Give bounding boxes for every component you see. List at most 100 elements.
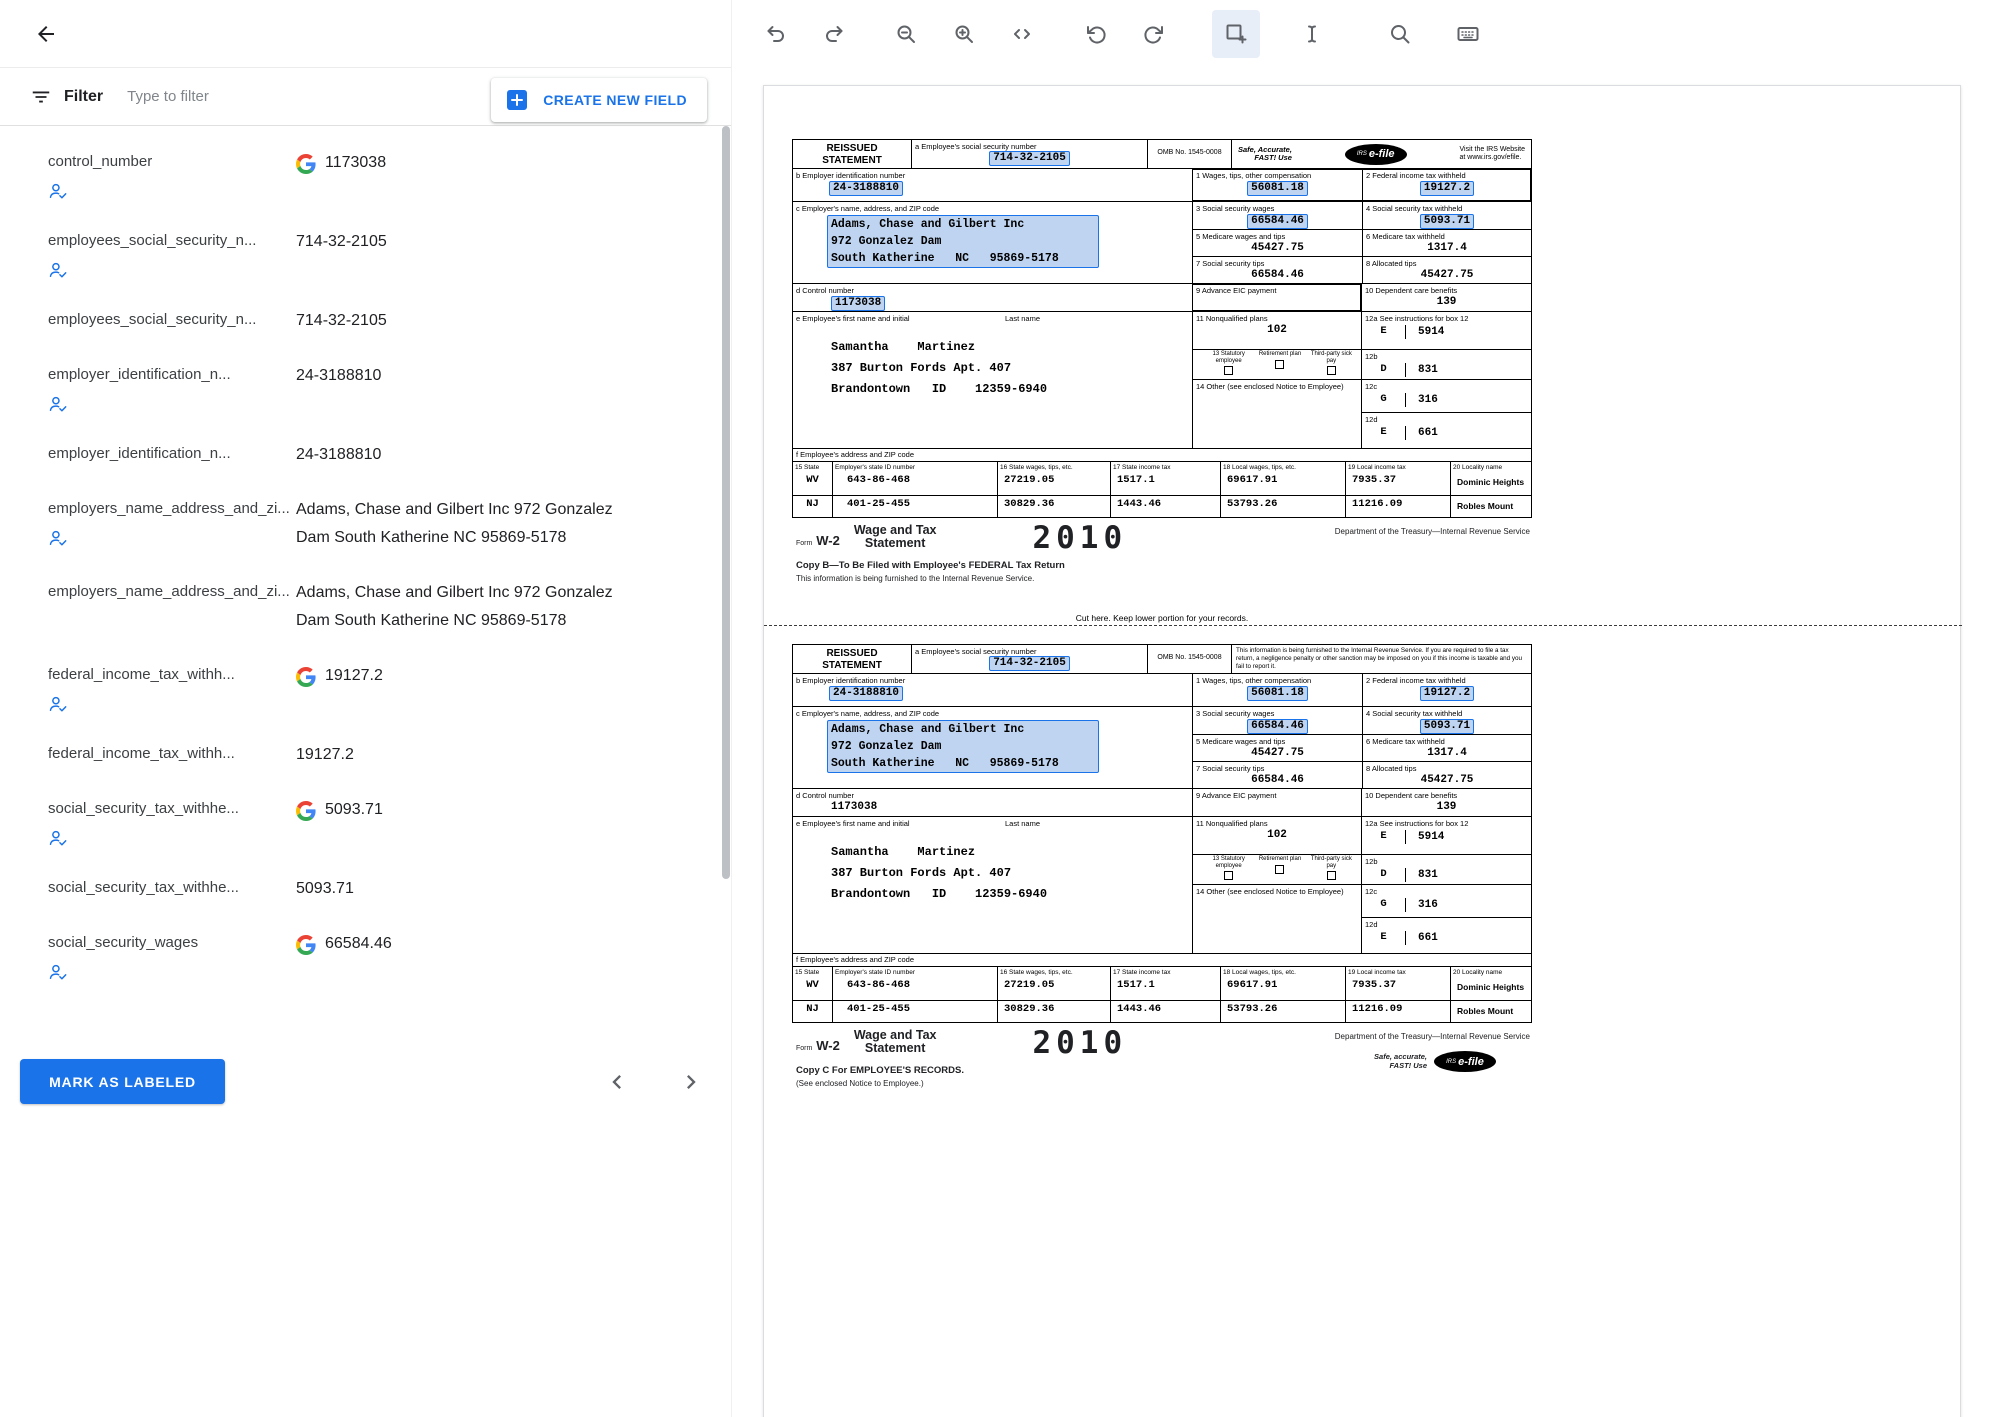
box-17-state-tax: 17 State income tax 1517.1 — [1110, 967, 1220, 1000]
back-button[interactable] — [30, 18, 62, 50]
footer-efile-lockup: Safe, accurate,FAST! Use IRSe-file — [1374, 1051, 1496, 1072]
field-list-item[interactable]: employer_identification_n... 24-3188810 — [0, 350, 719, 429]
field-list-item[interactable]: employer_identification_n... 24-3188810 — [0, 429, 719, 484]
zoom-in-button[interactable] — [940, 10, 988, 58]
field-list-item[interactable]: federal_income_tax_withh... 19127.2 — [0, 650, 719, 729]
rotate-cw-button[interactable] — [1130, 10, 1178, 58]
employer-annotation[interactable]: Adams, Chase and Gilbert Inc 972 Gonzale… — [827, 720, 1099, 773]
verified-icon — [48, 394, 296, 414]
field-list-item[interactable]: federal_income_tax_withh... 19127.2 — [0, 729, 719, 784]
rotate-cw-icon — [1142, 22, 1166, 46]
cut-here-divider: Cut here. Keep lower portion for your re… — [764, 613, 1962, 626]
search-icon — [1388, 22, 1412, 46]
wages-annotation[interactable]: 56081.18 — [1247, 181, 1308, 196]
zoom-out-button[interactable] — [882, 10, 930, 58]
field-value-text: 19127.2 — [325, 662, 383, 690]
box-11-nonqualified: 11 Nonqualified plans 102 — [1193, 817, 1361, 854]
document-area[interactable]: REISSUEDSTATEMENT a Employee's social se… — [732, 68, 1999, 1417]
left-panel: Filter CREATE NEW FIELD control_number — [0, 0, 731, 1417]
box-2-federal-tax: 2 Federal income tax withheld 19127.2 — [1362, 169, 1531, 201]
ein-annotation[interactable]: 24-3188810 — [829, 686, 903, 701]
ss-tax-annotation[interactable]: 5093.71 — [1420, 214, 1474, 229]
retirement-plan-checkbox[interactable] — [1275, 865, 1284, 874]
next-page-button[interactable] — [676, 1067, 706, 1097]
box-b-ein: b Employer identification number 24-3188… — [793, 169, 1192, 201]
header-right: Safe, Accurate,FAST! Use IRSe-file Visit… — [1231, 140, 1531, 168]
redo-icon — [822, 22, 846, 46]
ssn-annotation[interactable]: 714-32-2105 — [989, 151, 1070, 166]
field-list-item[interactable]: employees_social_security_n... 714-32-21… — [0, 216, 719, 295]
box-10-dependent-care: 10 Dependent care benefits 139 — [1361, 284, 1531, 311]
ss-wages-annotation[interactable]: 66584.46 — [1247, 214, 1308, 229]
keyboard-shortcuts-button[interactable] — [1444, 10, 1492, 58]
box-2-federal-tax: 2 Federal income tax withheld 19127.2 — [1362, 674, 1531, 706]
w2-footer: Form W-2 Wage and TaxStatement 2010 Depa… — [792, 1023, 1532, 1102]
header-right: This information is being furnished to t… — [1231, 645, 1531, 673]
google-icon — [296, 154, 316, 184]
search-button[interactable] — [1376, 10, 1424, 58]
field-value-text: 66584.46 — [325, 930, 392, 958]
federal-tax-annotation[interactable]: 19127.2 — [1420, 686, 1474, 701]
retirement-plan-checkbox[interactable] — [1275, 360, 1284, 369]
document-labeling-app: Filter CREATE NEW FIELD control_number — [0, 0, 1999, 1417]
code-view-button[interactable] — [998, 10, 1046, 58]
field-name: employer_identification_n... — [48, 444, 296, 464]
field-value-text: 24-3188810 — [296, 362, 381, 390]
ein-annotation[interactable]: 24-3188810 — [829, 181, 903, 196]
field-value-text: 5093.71 — [296, 875, 354, 903]
employee-address-2: Brandontown ID 12359-6940 — [831, 379, 1192, 400]
filter-icon — [30, 86, 52, 108]
box-4-ss-tax: 4 Social security tax withheld 5093.71 — [1362, 707, 1531, 734]
redo-button[interactable] — [810, 10, 858, 58]
field-list-item[interactable]: social_security_wages 66584.46 — [0, 918, 719, 997]
field-list-item[interactable]: employers_name_address_and_zi... Adams, … — [0, 484, 719, 567]
form-title: Wage and TaxStatement — [854, 1029, 937, 1055]
box-11-nonqualified: 11 Nonqualified plans 102 — [1193, 312, 1361, 349]
box-12b: 12b D831 — [1362, 854, 1531, 884]
field-list-item[interactable]: social_security_tax_withhe... 5093.71 — [0, 863, 719, 918]
control-number-value[interactable]: 1173038 — [831, 296, 885, 311]
rotate-ccw-button[interactable] — [1072, 10, 1120, 58]
text-select-button[interactable] — [1288, 10, 1336, 58]
mark-as-labeled-button[interactable]: MARK AS LABELED — [20, 1059, 225, 1104]
tax-year: 2010 — [1032, 1029, 1127, 1057]
box-14-other: 14 Other (see enclosed Notice to Employe… — [1193, 884, 1361, 953]
ss-tax-annotation[interactable]: 5093.71 — [1420, 719, 1474, 734]
employer-annotation[interactable]: Adams, Chase and Gilbert Inc 972 Gonzale… — [827, 215, 1099, 268]
add-region-button[interactable] — [1212, 10, 1260, 58]
box-8-allocated-tips: 8 Allocated tips 45427.75 — [1362, 762, 1531, 788]
third-party-sick-pay-checkbox[interactable] — [1327, 366, 1336, 375]
ss-wages-annotation[interactable]: 66584.46 — [1247, 719, 1308, 734]
field-name: control_number — [48, 152, 296, 172]
text-select-icon — [1300, 22, 1324, 46]
undo-button[interactable] — [752, 10, 800, 58]
create-new-field-button[interactable]: CREATE NEW FIELD — [491, 78, 707, 122]
filter-input[interactable] — [127, 88, 427, 105]
field-list-item[interactable]: control_number 1173038 — [0, 137, 719, 216]
wages-annotation[interactable]: 56081.18 — [1247, 686, 1308, 701]
control-number-value[interactable]: 1173038 — [831, 801, 877, 813]
prev-page-button[interactable] — [602, 1067, 632, 1097]
w2-footer: Form W-2 Wage and TaxStatement 2010 Depa… — [792, 518, 1532, 597]
box-12a: 12a See instructions for box 12 E5914 — [1362, 817, 1531, 854]
box-7-ss-tips: 7 Social security tips 66584.46 — [1193, 762, 1362, 788]
field-list-item[interactable]: employers_name_address_and_zi... Adams, … — [0, 567, 719, 650]
box-15-state-id: Employer's state ID number 643-86-468 — [832, 967, 997, 1000]
statutory-employee-checkbox[interactable] — [1224, 366, 1233, 375]
ssn-annotation[interactable]: 714-32-2105 — [989, 656, 1070, 671]
federal-tax-annotation[interactable]: 19127.2 — [1420, 181, 1474, 196]
box-16-state-wages: 16 State wages, tips, etc. 27219.05 — [997, 967, 1110, 1000]
field-list-item[interactable]: social_security_tax_withhe... 5093.71 — [0, 784, 719, 863]
zoom-in-icon — [952, 22, 976, 46]
document-page[interactable]: REISSUEDSTATEMENT a Employee's social se… — [763, 85, 1961, 1417]
statutory-employee-checkbox[interactable] — [1224, 871, 1233, 880]
field-list-scrollbar[interactable] — [722, 126, 730, 879]
box-12a: 12a See instructions for box 12 E5914 — [1362, 312, 1531, 349]
field-value-text: 714-32-2105 — [296, 228, 387, 256]
third-party-sick-pay-checkbox[interactable] — [1327, 871, 1336, 880]
field-list-item[interactable]: employees_social_security_n... 714-32-21… — [0, 295, 719, 350]
google-icon — [296, 801, 316, 831]
field-name: social_security_tax_withhe... — [48, 878, 296, 898]
field-name: employees_social_security_n... — [48, 231, 296, 251]
box-15-state: 15 State WV — [793, 967, 832, 1000]
